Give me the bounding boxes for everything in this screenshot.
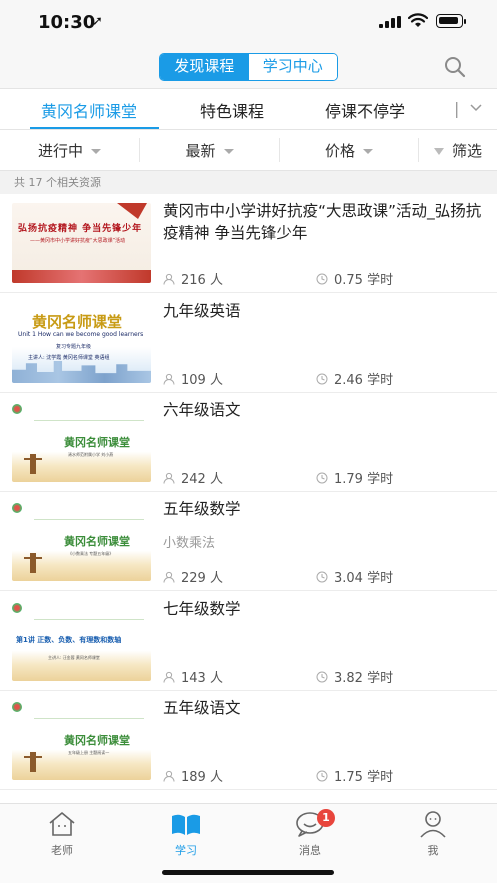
- person-icon: [163, 472, 175, 484]
- status-bar: 10:30 ➚: [0, 0, 497, 44]
- study-hours: 0.75 学时: [316, 269, 393, 288]
- active-tab-indicator: [30, 127, 159, 129]
- learner-count: 143 人: [163, 667, 223, 686]
- filter-sort-label: 最新: [185, 141, 216, 160]
- tab-school-closure[interactable]: 停课不停学: [325, 98, 405, 122]
- learner-count: 109 人: [163, 369, 223, 388]
- course-row[interactable]: 第1讲 正数、负数、有理数和数轴 主讲人: 汪金蓉 黄冈名师课堂 七年级数学 1…: [0, 592, 497, 691]
- course-row[interactable]: 黄冈名师课堂 《小数乘法 专题五年级》 五年级数学 小数乘法 229 人 3.0…: [0, 492, 497, 591]
- filter-bar: 进行中 最新 价格 筛选: [0, 130, 497, 171]
- learner-count: 216 人: [163, 269, 223, 288]
- caret-down-icon: [223, 148, 234, 154]
- segment-learning-center[interactable]: 学习中心: [248, 54, 337, 80]
- location-arrow-icon: ➚: [92, 14, 103, 29]
- person-icon: [163, 770, 175, 782]
- caret-down-icon: [91, 148, 101, 154]
- school-logo: [12, 404, 22, 414]
- clock-icon: [316, 472, 328, 483]
- course-thumbnail: 弘扬抗疫精神 争当先锋少年 ——黄冈市中小学讲好抗疫“大思政课”活动: [12, 203, 151, 283]
- category-tabs: 黄冈名师课堂 特色课程 停课不停学 |: [0, 88, 497, 130]
- tab-featured-courses[interactable]: 特色课程: [200, 98, 264, 122]
- course-thumbnail: 黄冈名师课堂 五年级上册 主题阅读一: [12, 700, 151, 780]
- battery-icon: [436, 14, 466, 28]
- tab-learning[interactable]: 学习: [141, 810, 231, 858]
- course-row[interactable]: 黄冈名师课堂 浠水师范附属小学 刘小燕 六年级语文 242 人 1.79 学时: [0, 393, 497, 492]
- school-logo: [12, 603, 22, 613]
- person-icon: [420, 811, 446, 838]
- learner-count: 229 人: [163, 567, 223, 586]
- study-hours: 1.75 学时: [316, 766, 393, 785]
- filter-price[interactable]: 价格: [280, 130, 418, 170]
- tab-huanggang-teacher[interactable]: 黄冈名师课堂: [41, 98, 137, 122]
- course-title: 七年级数学: [163, 600, 241, 618]
- study-hours: 3.04 学时: [316, 567, 393, 586]
- study-hours: 3.82 学时: [316, 667, 393, 686]
- course-thumbnail: 黄冈名师课堂 浠水师范附属小学 刘小燕: [12, 402, 151, 482]
- tab-messages[interactable]: 1 消息: [265, 809, 355, 858]
- book-icon: [172, 814, 200, 835]
- filter-screen[interactable]: 筛选: [419, 130, 497, 170]
- result-count: 共 17 个相关资源: [0, 171, 497, 194]
- clock-icon: [316, 671, 328, 682]
- tab-separator: |: [454, 99, 460, 118]
- clock-icon: [316, 770, 328, 781]
- segment-discover[interactable]: 发现课程: [160, 54, 249, 80]
- tab-teacher[interactable]: 老师: [17, 810, 107, 858]
- tab-me[interactable]: 我: [388, 810, 478, 858]
- filter-status-label: 进行中: [37, 141, 83, 160]
- course-subtitle: 小数乘法: [163, 536, 216, 551]
- school-logo: [12, 503, 22, 513]
- home-indicator: [162, 870, 334, 875]
- course-list: 弘扬抗疫精神 争当先锋少年 ——黄冈市中小学讲好抗疫“大思政课”活动 黄冈市中小…: [0, 194, 497, 803]
- study-hours: 1.79 学时: [316, 468, 393, 487]
- clock-icon: [316, 373, 328, 384]
- segmented-control: 发现课程 学习中心: [159, 53, 338, 81]
- funnel-icon: [433, 147, 444, 155]
- chevron-down-icon[interactable]: [470, 103, 482, 113]
- wifi-icon: [408, 13, 428, 27]
- person-icon: [163, 273, 175, 285]
- course-title: 黄冈市中小学讲好抗疫“大思政课”活动_弘扬抗疫精神 争当先锋少年: [163, 202, 482, 242]
- learner-count: 242 人: [163, 468, 223, 487]
- study-hours: 2.46 学时: [316, 369, 393, 388]
- unread-badge: 1: [317, 809, 335, 827]
- course-row[interactable]: 黄冈名师课堂 五年级上册 主题阅读一 五年级语文 189 人 1.75 学时: [0, 691, 497, 790]
- course-row[interactable]: 黄冈名师课堂 Unit 1 How can we become good lea…: [0, 294, 497, 393]
- clock-icon: [316, 571, 328, 582]
- filter-status[interactable]: 进行中: [0, 130, 139, 170]
- person-icon: [163, 571, 175, 583]
- course-thumbnail: 黄冈名师课堂 《小数乘法 专题五年级》: [12, 501, 151, 581]
- filter-price-label: 价格: [324, 141, 355, 160]
- course-title: 六年级语文: [163, 401, 241, 419]
- course-row[interactable]: 弘扬抗疫精神 争当先锋少年 ——黄冈市中小学讲好抗疫“大思政课”活动 黄冈市中小…: [0, 194, 497, 293]
- course-thumbnail: 黄冈名师课堂 Unit 1 How can we become good lea…: [12, 303, 151, 383]
- person-icon: [163, 373, 175, 385]
- learner-count: 189 人: [163, 766, 223, 785]
- cellular-signal-icon: [379, 16, 401, 28]
- course-title: 五年级数学: [163, 500, 241, 518]
- caret-down-icon: [363, 148, 373, 154]
- filter-sort[interactable]: 最新: [140, 130, 279, 170]
- course-title: 九年级英语: [163, 302, 241, 320]
- course-thumbnail: 第1讲 正数、负数、有理数和数轴 主讲人: 汪金蓉 黄冈名师课堂: [12, 601, 151, 681]
- school-logo: [12, 702, 22, 712]
- clock-icon: [316, 273, 328, 284]
- person-icon: [163, 671, 175, 683]
- course-title: 五年级语文: [163, 699, 241, 717]
- top-header: 发现课程 学习中心: [0, 44, 497, 88]
- house-icon: [49, 812, 75, 836]
- search-icon[interactable]: [443, 55, 467, 79]
- status-time: 10:30: [38, 12, 96, 33]
- filter-screen-label: 筛选: [451, 141, 482, 160]
